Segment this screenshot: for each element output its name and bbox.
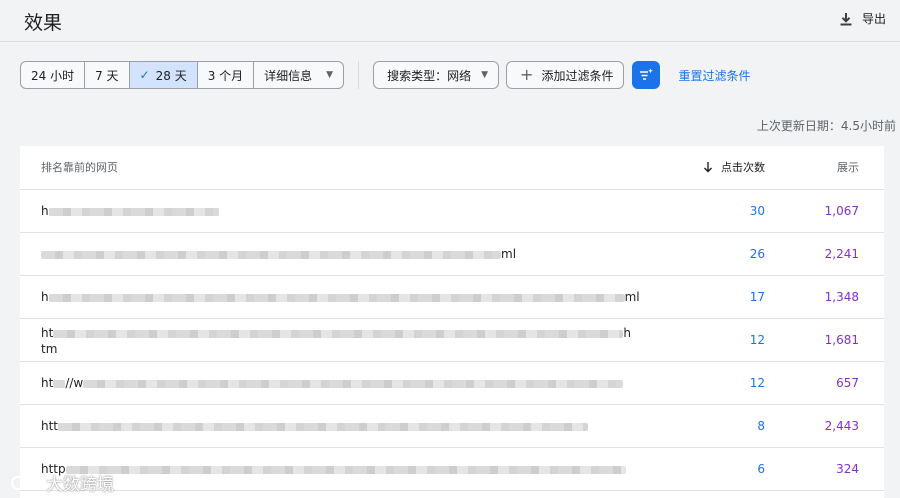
clicks-value: 12 <box>749 376 765 390</box>
divider <box>358 61 360 89</box>
page-url: ml <box>41 247 516 261</box>
table-row[interactable]: ht//w 12 657 <box>20 362 884 405</box>
filter-settings-button[interactable] <box>632 61 661 89</box>
redacted-url <box>83 379 624 388</box>
impressions-value: 1,067 <box>824 204 859 218</box>
clicks-value: 17 <box>749 290 765 304</box>
page-title: 效果 <box>24 12 63 34</box>
arrow-down-icon <box>704 161 712 172</box>
page-url: ht h tm <box>41 326 631 356</box>
impressions-value: 657 <box>836 376 859 390</box>
clicks-value: 8 <box>757 419 765 433</box>
page-url: h ml <box>41 290 640 304</box>
impressions-value: 2,443 <box>824 419 859 433</box>
table-header: 排名靠前的网页 点击次数 展示 <box>20 146 884 190</box>
impressions-value: 2,241 <box>824 247 859 261</box>
download-icon <box>840 12 852 25</box>
clicks-value: 12 <box>749 333 765 347</box>
page-url: ht//w <box>41 376 624 390</box>
date-range-selector: 24 小时 7 天 ✓ 28 天 3 个月 详细信息 ▼ <box>20 61 345 89</box>
table-row[interactable]: htt 8 2,443 <box>20 405 884 448</box>
column-header-clicks[interactable]: 点击次数 <box>703 159 765 175</box>
column-header-impressions[interactable]: 展示 <box>837 159 859 175</box>
export-button[interactable]: 导出 <box>838 10 886 27</box>
page-url: h <box>41 204 219 218</box>
clicks-value: 6 <box>757 462 765 476</box>
impressions-value: 324 <box>836 462 859 476</box>
date-option-3m[interactable]: 3 个月 <box>198 62 255 88</box>
search-type-dropdown[interactable]: 搜索类型：网络 ▼ <box>373 61 500 89</box>
watermark: 大数跨境 <box>10 470 114 495</box>
date-option-24h[interactable]: 24 小时 <box>21 62 86 88</box>
watermark-logo-icon <box>11 475 39 490</box>
clicks-value: 26 <box>749 247 765 261</box>
redacted-url <box>65 465 626 474</box>
table-row[interactable]: ml 26 2,241 <box>20 233 884 276</box>
redacted-url <box>58 422 589 431</box>
top-pages-table: 排名靠前的网页 点击次数 展示 h 30 1,067 ml 26 2,241 h… <box>20 146 884 498</box>
export-label: 导出 <box>861 12 886 26</box>
redacted-url <box>53 379 66 388</box>
date-option-7d[interactable]: 7 天 <box>85 62 130 88</box>
filter-sparkle-icon <box>640 68 654 80</box>
redacted-url <box>53 329 624 338</box>
impressions-value: 1,681 <box>824 333 859 347</box>
last-updated-text: 上次更新日期：4.5小时前 <box>756 119 896 133</box>
impressions-value: 1,348 <box>824 290 859 304</box>
filter-bar: 24 小时 7 天 ✓ 28 天 3 个月 详细信息 ▼ 搜索类型：网络 ▼ + 添… <box>20 61 750 89</box>
page-url: htt <box>41 419 589 433</box>
redacted-url <box>48 293 625 302</box>
reset-filters-link[interactable]: 重置过滤条件 <box>678 67 750 84</box>
column-header-page[interactable]: 排名靠前的网页 <box>41 159 118 175</box>
date-option-details[interactable]: 详细信息 ▼ <box>254 62 343 88</box>
caret-down-icon: ▼ <box>481 70 489 80</box>
watermark-text: 大数跨境 <box>46 475 114 495</box>
table-row[interactable]: ht h tm 12 1,681 <box>20 319 884 362</box>
table-row[interactable]: h 30 1,067 <box>20 190 884 233</box>
table-row[interactable]: h ml 17 1,348 <box>20 276 884 319</box>
redacted-url <box>41 250 501 259</box>
table-row[interactable]: http 6 324 <box>20 448 884 491</box>
plus-icon: + <box>520 65 534 84</box>
add-filter-button[interactable]: + 添加过滤条件 <box>506 61 625 89</box>
clicks-value: 30 <box>749 204 765 218</box>
page-url: http <box>41 462 626 476</box>
caret-down-icon: ▼ <box>326 70 334 80</box>
date-option-28d[interactable]: ✓ 28 天 <box>129 62 198 88</box>
page-header: 效果 导出 <box>0 0 900 42</box>
redacted-url <box>48 207 219 216</box>
check-icon: ✓ <box>139 68 150 82</box>
